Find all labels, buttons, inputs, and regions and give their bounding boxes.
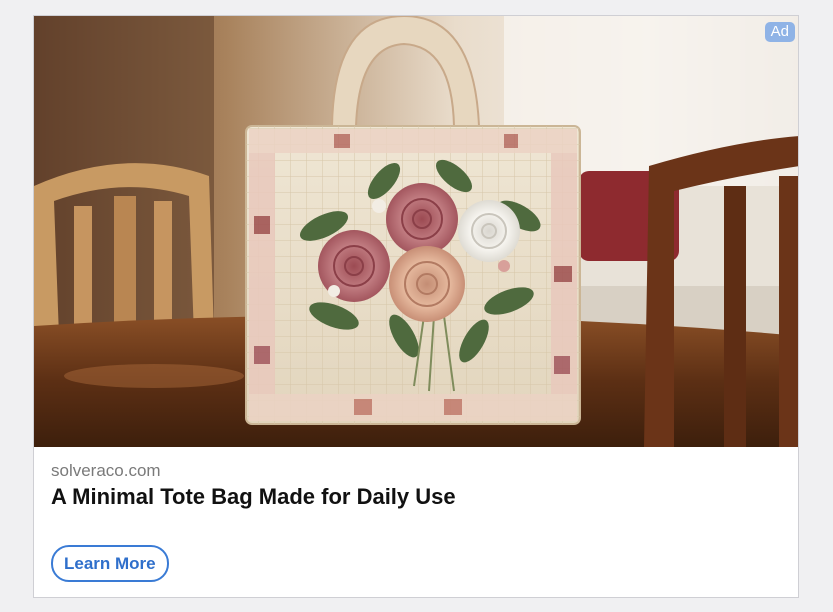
tote-bag-photo [34,16,798,447]
ad-badge: Ad [764,22,795,42]
ad-card[interactable]: Ad solveraco.com A Minimal Tote Bag Made… [33,15,799,598]
advertiser-domain[interactable]: solveraco.com [51,461,161,481]
learn-more-button[interactable]: Learn More [51,545,169,582]
product-image[interactable]: Ad [34,16,798,447]
ad-headline[interactable]: A Minimal Tote Bag Made for Daily Use [51,484,456,510]
